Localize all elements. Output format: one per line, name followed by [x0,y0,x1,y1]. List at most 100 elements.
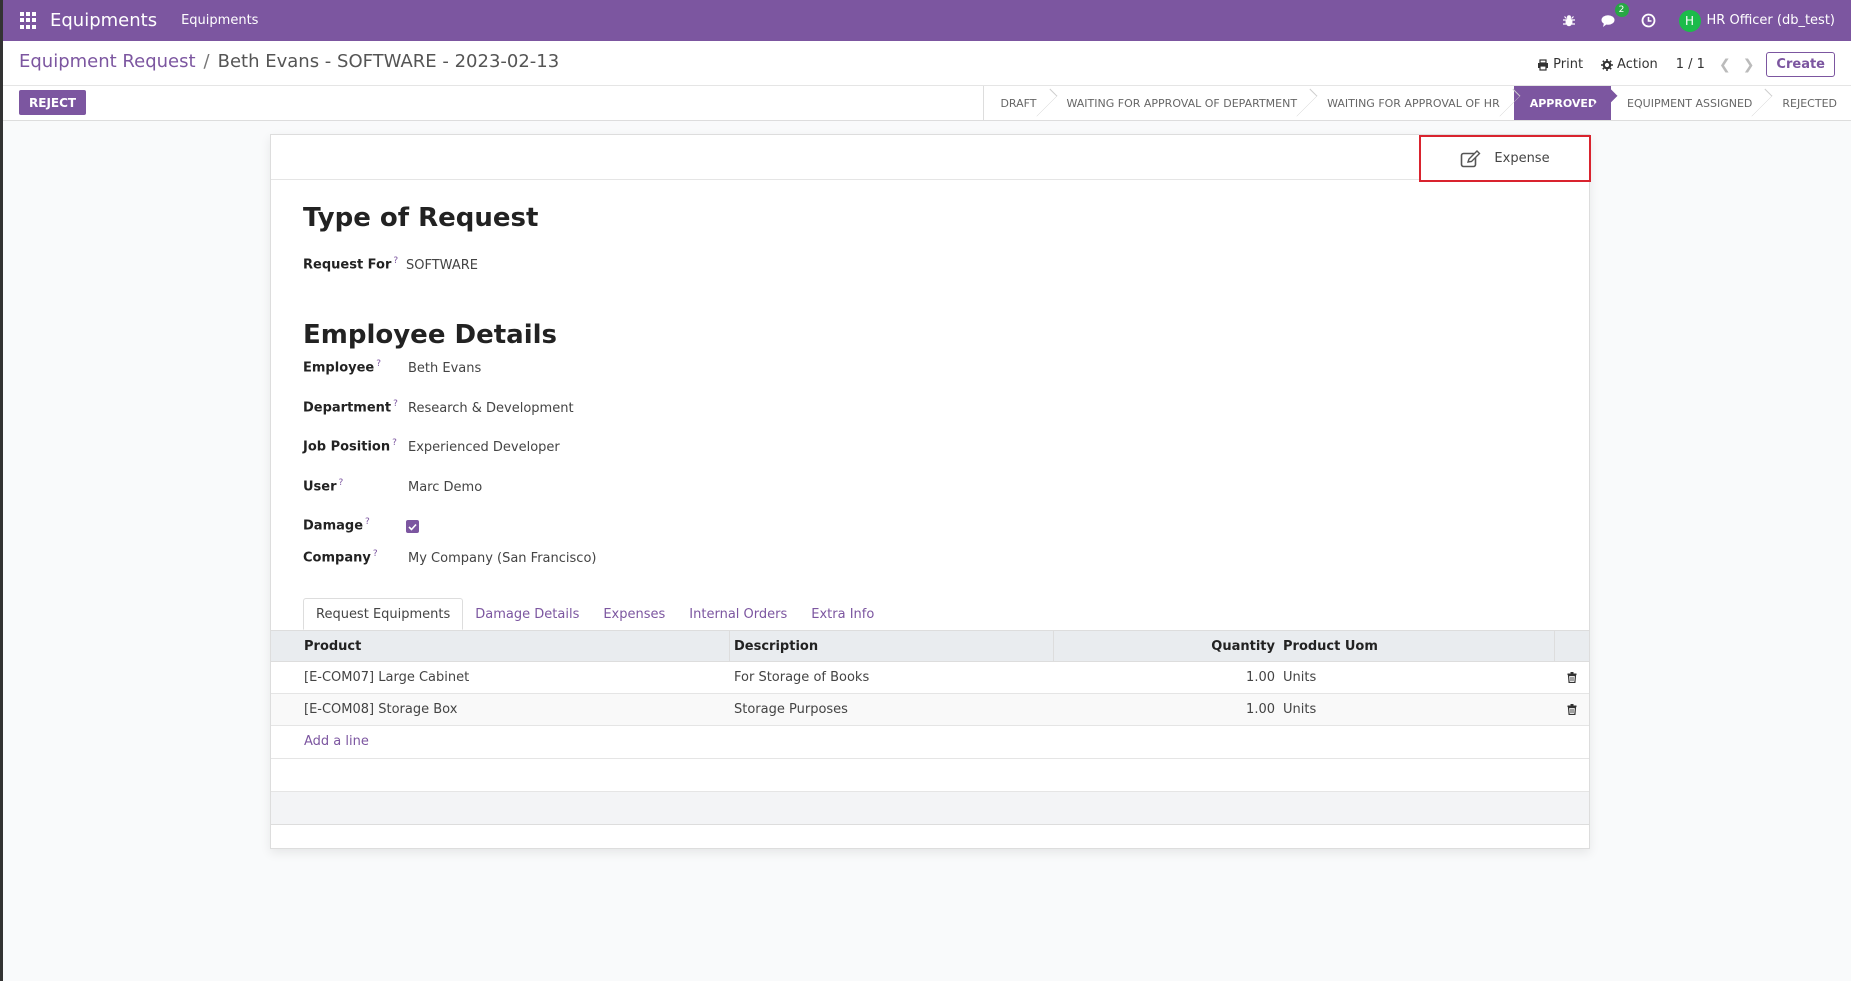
trash-icon[interactable] [1555,662,1589,693]
column-quantity[interactable]: Quantity [1054,631,1279,661]
add-line-row: Add a line [271,726,1589,759]
cell-quantity[interactable]: 1.00 [1054,662,1279,693]
cell-description[interactable]: Storage Purposes [730,694,1054,725]
messages-icon[interactable]: 2 [1599,2,1629,31]
breadcrumb: Equipment Request / Beth Evans - SOFTWAR… [19,51,559,72]
expense-label: Expense [1494,151,1550,166]
employee-value[interactable]: Beth Evans [408,361,481,376]
help-mark[interactable]: ? [392,438,397,448]
cell-product[interactable]: [E-COM07] Large Cabinet [271,662,730,693]
app-menu-icon[interactable] [20,11,38,30]
messages-badge: 2 [1614,2,1629,17]
app-brand[interactable]: Equipments [50,10,157,31]
edit-icon [1461,149,1481,167]
add-line-link[interactable]: Add a line [304,734,369,749]
activity-clock-icon[interactable] [1639,11,1659,31]
department-value[interactable]: Research & Development [408,401,574,416]
cell-uom[interactable]: Units [1279,694,1555,725]
print-icon [1538,58,1549,71]
damage-label-text: Damage [303,518,364,534]
column-product[interactable]: Product [271,631,730,661]
damage-checkbox[interactable] [406,520,419,533]
action-label: Action [1617,57,1658,72]
chevron-right-icon[interactable]: ❯ [1743,57,1755,73]
department-label-text: Department [303,400,392,416]
user-label-text: User [303,479,337,495]
trash-icon[interactable] [1555,694,1589,725]
top-navbar: Equipments Equipments 2 H HR Officer (db… [3,0,1851,41]
tab-damage-details[interactable]: Damage Details [463,598,591,630]
status-bar: DRAFT WAITING FOR APPROVAL OF DEPARTMENT… [983,86,1851,120]
employee-details-title: Employee Details [303,320,557,350]
cell-quantity[interactable]: 1.00 [1054,694,1279,725]
user-value[interactable]: Marc Demo [408,480,482,495]
control-panel: Equipment Request / Beth Evans - SOFTWAR… [3,41,1851,86]
damage-label: Damage? [303,517,370,533]
control-actions: Print Action 1 / 1 ❮ ❯ Create [1537,52,1835,77]
cell-description[interactable]: For Storage of Books [730,662,1054,693]
create-button[interactable]: Create [1766,52,1835,77]
pager-value[interactable]: 1 / 1 [1676,57,1705,72]
smart-button-box: Expense [271,135,1591,182]
stage-draft[interactable]: DRAFT [984,86,1050,120]
company-label-text: Company [303,550,371,566]
company-label: Company? [303,549,378,565]
type-of-request-title: Type of Request [303,203,539,233]
equipment-lines-table: Product Description Quantity Product Uom… [271,630,1589,825]
expense-smart-button[interactable]: Expense [1419,135,1591,182]
stage-equipment-assigned[interactable]: EQUIPMENT ASSIGNED [1611,86,1766,120]
stage-waiting-department[interactable]: WAITING FOR APPROVAL OF DEPARTMENT [1051,86,1312,120]
form-sheet: Expense Type of Request Request For? SOF… [270,134,1591,849]
cell-product[interactable]: [E-COM08] Storage Box [271,694,730,725]
user-name: HR Officer (db_test) [1706,13,1835,28]
employee-label-text: Employee [303,360,375,376]
table-row[interactable]: [E-COM08] Storage Box Storage Purposes 1… [271,694,1589,726]
navbar-systray: 2 H HR Officer (db_test) [1559,0,1851,41]
column-actions [1555,631,1589,661]
help-mark[interactable]: ? [393,256,398,266]
breadcrumb-current: Beth Evans - SOFTWARE - 2023-02-13 [217,51,560,72]
help-mark[interactable]: ? [373,549,378,559]
help-mark[interactable]: ? [393,399,398,409]
cell-uom[interactable]: Units [1279,662,1555,693]
help-mark[interactable]: ? [376,359,381,369]
status-row: REJECT DRAFT WAITING FOR APPROVAL OF DEP… [3,86,1851,121]
user-menu[interactable]: H HR Officer (db_test) [1678,9,1835,32]
print-button[interactable]: Print [1537,57,1583,72]
debug-bug-icon[interactable] [1559,11,1579,31]
column-product-uom[interactable]: Product Uom [1279,631,1555,661]
notebook-tabs: Request Equipments Damage Details Expens… [303,598,886,630]
stage-approved[interactable]: APPROVED [1513,86,1612,120]
job-position-label: Job Position? [303,438,397,454]
action-button[interactable]: Action [1601,57,1658,72]
breadcrumb-separator: / [203,51,210,72]
request-for-label: Request For? [303,256,398,272]
table-footer [271,792,1589,825]
table-header: Product Description Quantity Product Uom [271,630,1589,662]
job-position-value[interactable]: Experienced Developer [408,440,560,455]
empty-row [271,759,1589,792]
chevron-left-icon[interactable]: ❮ [1719,57,1731,73]
tab-extra-info[interactable]: Extra Info [799,598,886,630]
table-row[interactable]: [E-COM07] Large Cabinet For Storage of B… [271,662,1589,694]
help-mark[interactable]: ? [339,478,344,488]
job-position-label-text: Job Position [303,439,391,455]
stage-rejected[interactable]: REJECTED [1766,86,1851,120]
gear-icon [1601,58,1614,71]
check-icon [408,523,417,531]
request-for-value[interactable]: SOFTWARE [406,258,478,273]
company-value[interactable]: My Company (San Francisco) [408,551,596,566]
avatar: H [1678,9,1701,32]
user-label: User? [303,478,343,494]
tab-expenses[interactable]: Expenses [591,598,677,630]
menu-equipments[interactable]: Equipments [181,13,258,28]
help-mark[interactable]: ? [365,517,370,527]
tab-internal-orders[interactable]: Internal Orders [677,598,799,630]
employee-label: Employee? [303,359,381,375]
print-label: Print [1553,57,1584,72]
reject-button[interactable]: REJECT [19,90,87,115]
tab-request-equipments[interactable]: Request Equipments [303,598,464,630]
column-description[interactable]: Description [730,631,1054,661]
breadcrumb-parent[interactable]: Equipment Request [19,51,196,72]
stage-waiting-hr[interactable]: WAITING FOR APPROVAL OF HR [1311,86,1514,120]
